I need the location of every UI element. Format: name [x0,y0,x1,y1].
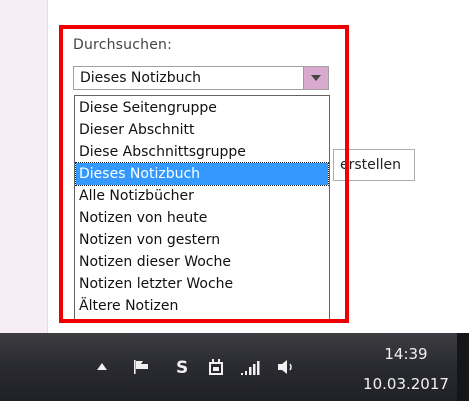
dropdown-option-notizen-letzter-woche[interactable]: Notizen letzter Woche [76,273,328,295]
search-scope-label: Durchsuchen: [73,37,173,53]
search-scope-value: Dieses Notizbuch [80,70,202,86]
combobox-dropdown-button[interactable] [303,67,328,89]
dropdown-option-dieses-notizbuch[interactable]: Dieses Notizbuch [75,162,329,186]
skype-icon[interactable]: S [174,358,188,377]
show-hidden-icons-arrow[interactable] [96,362,108,372]
dropdown-option-dieser-abschnitt[interactable]: Dieser Abschnitt [76,119,328,141]
dropdown-option-diese-abschnittsgruppe[interactable]: Diese Abschnittsgruppe [76,141,328,163]
clock-date[interactable]: 10.03.2017 [351,375,461,393]
search-scope-combobox[interactable]: Dieses Notizbuch [73,66,329,90]
chevron-down-icon [311,75,321,81]
network-signal-icon[interactable] [240,360,262,376]
svg-text:S: S [176,358,188,377]
action-center-flag-icon[interactable] [132,358,150,376]
dropdown-option-diese-seitengruppe[interactable]: Diese Seitengruppe [76,97,328,119]
dropdown-option-aeltere-notizen[interactable]: Ältere Notizen [76,295,328,317]
clock-time[interactable]: 14:39 [366,345,446,363]
dropdown-option-notizen-von-gestern[interactable]: Notizen von gestern [76,229,328,251]
volume-icon[interactable] [276,358,296,376]
search-scope-dropdown-list[interactable]: Diese Seitengruppe Dieser Abschnitt Dies… [74,95,330,320]
power-plug-icon[interactable] [206,357,226,377]
create-button[interactable]: erstellen [333,149,415,181]
dropdown-option-alle-notizbuecher[interactable]: Alle Notizbücher [76,185,328,207]
dropdown-option-notizen-dieser-woche[interactable]: Notizen dieser Woche [76,251,328,273]
dropdown-option-notizen-von-heute[interactable]: Notizen von heute [76,207,328,229]
left-sidebar-strip [0,0,48,333]
